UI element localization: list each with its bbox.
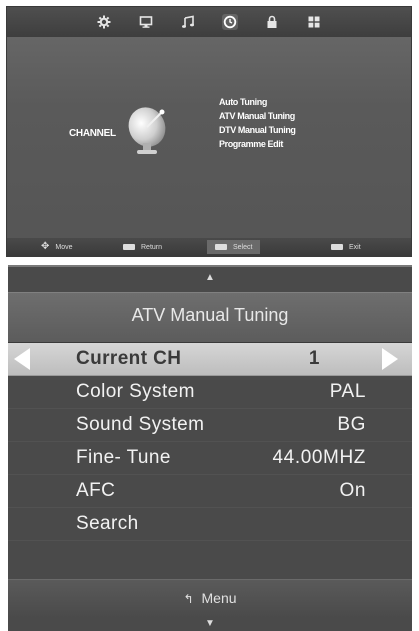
menu-item-dtv-manual-tuning[interactable]: DTV Manual Tuning [219, 123, 296, 137]
atv-title-bar: ATV Manual Tuning [8, 292, 412, 343]
current-ch-label: Current CH [76, 348, 182, 369]
menu-hint[interactable]: ↰ Menu [8, 590, 412, 606]
tab-lock[interactable] [264, 14, 280, 30]
hint-return-label: Return [141, 243, 163, 251]
row-empty [8, 541, 412, 574]
select-key-icon [215, 244, 227, 250]
color-system-label: Color System [76, 381, 195, 402]
hint-move-label: Move [55, 243, 73, 251]
channel-section-label: CHANNEL [69, 128, 116, 139]
search-label: Search [76, 513, 139, 534]
menu-item-auto-tuning[interactable]: Auto Tuning [219, 95, 296, 109]
satellite-dish-icon [128, 107, 166, 154]
hint-return: Return [123, 238, 162, 256]
left-arrow-icon[interactable] [14, 348, 30, 370]
row-current-ch[interactable]: Current CH 1 [8, 343, 412, 376]
exit-key-icon [331, 244, 343, 250]
fine-tune-value: 44.00MHZ [272, 447, 366, 468]
afc-value: On [339, 480, 366, 501]
atv-settings-list: Current CH 1 Color System PAL Sound Syst… [8, 343, 412, 574]
clock-icon [223, 15, 237, 29]
fine-tune-label: Fine- Tune [76, 447, 171, 468]
row-afc[interactable]: AFC On [8, 475, 412, 508]
menu-item-atv-manual-tuning[interactable]: ATV Manual Tuning [219, 109, 296, 123]
return-key-icon [123, 244, 135, 250]
tab-sound[interactable] [180, 14, 196, 30]
menu-hint-label: Menu [201, 590, 237, 606]
key-hint-bar: ✥ Move Return Select Exit [7, 238, 411, 256]
sound-system-value: BG [337, 414, 366, 435]
move-arrows-icon: ✥ [41, 241, 50, 252]
page-title: ATV Manual Tuning [131, 305, 289, 325]
tab-time[interactable] [222, 14, 238, 30]
music-note-icon [182, 15, 194, 28]
atv-manual-tuning-panel: ▲ ATV Manual Tuning Current CH 1 Color S… [8, 265, 412, 631]
menu-item-programme-edit[interactable]: Programme Edit [219, 137, 296, 151]
right-arrow-icon[interactable] [382, 348, 398, 370]
scroll-up-arrow-icon[interactable]: ▲ [8, 273, 412, 283]
tab-picture[interactable] [96, 14, 112, 30]
back-arrow-icon: ↰ [183, 592, 194, 606]
hint-select-label: Select [233, 243, 253, 251]
hint-exit: Exit [331, 238, 361, 256]
channel-menu-panel: CHANNEL Auto Tuning ATV Manual Tuning DT… [6, 6, 412, 257]
row-fine-tune[interactable]: Fine- Tune 44.00MHZ [8, 442, 412, 475]
hint-select: Select [207, 240, 261, 254]
tab-display[interactable] [138, 14, 154, 30]
hint-exit-label: Exit [349, 243, 361, 251]
row-search[interactable]: Search [8, 508, 412, 541]
channel-menu-list: Auto Tuning ATV Manual Tuning DTV Manual… [219, 95, 296, 151]
tab-setup[interactable] [306, 14, 322, 30]
scroll-down-arrow-icon[interactable]: ▼ [8, 619, 412, 629]
lock-icon [267, 15, 277, 28]
menu-tab-bar [7, 7, 411, 37]
color-system-value: PAL [329, 381, 366, 402]
afc-label: AFC [76, 480, 116, 501]
gear-icon [97, 15, 111, 29]
monitor-icon [139, 16, 153, 28]
row-sound-system[interactable]: Sound System BG [8, 409, 412, 442]
row-color-system[interactable]: Color System PAL [8, 376, 412, 409]
grid-icon [308, 16, 320, 28]
sound-system-label: Sound System [76, 414, 205, 435]
menu-hint-bar: ↰ Menu [8, 579, 412, 618]
current-ch-value: 1 [308, 348, 320, 369]
hint-move: ✥ Move [41, 238, 73, 256]
